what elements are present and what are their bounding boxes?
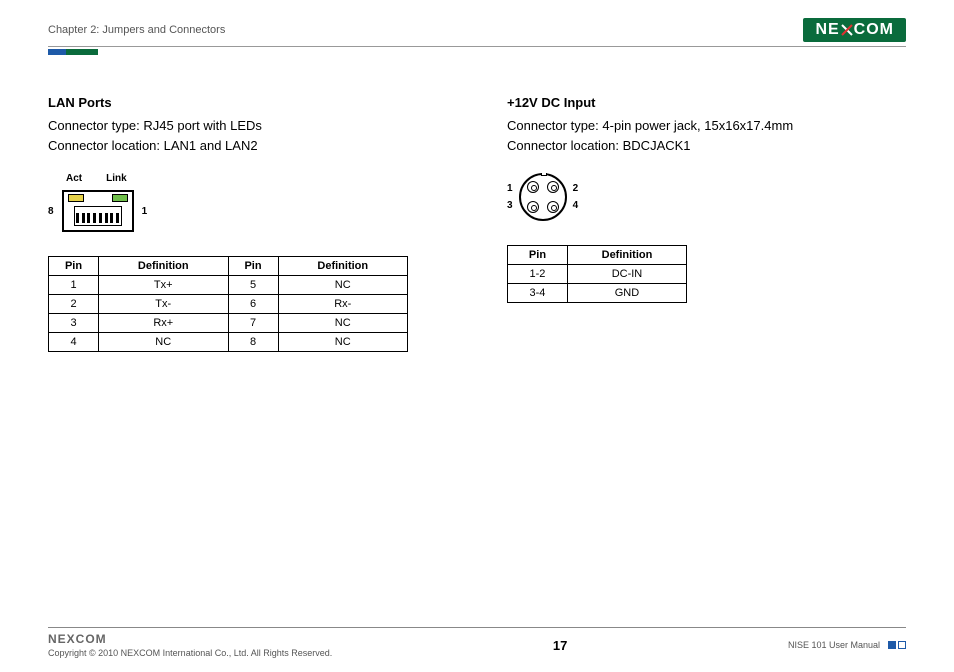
accent-bar bbox=[48, 49, 906, 55]
lan-pin-table: Pin Definition Pin Definition 1Tx+5NC 2T… bbox=[48, 256, 408, 352]
page-header: Chapter 2: Jumpers and Connectors NE COM bbox=[48, 18, 906, 47]
table-row: 1-2DC-IN bbox=[508, 265, 687, 284]
page-footer: NEXCOM Copyright © 2010 NEXCOM Internati… bbox=[48, 627, 906, 658]
lan-line1: Connector type: RJ45 port with LEDs bbox=[48, 116, 447, 136]
copyright-text: Copyright © 2010 NEXCOM International Co… bbox=[48, 648, 332, 658]
th-pin: Pin bbox=[508, 246, 568, 265]
dc-pin4-label: 4 bbox=[573, 200, 579, 211]
lan-pin8-label: 8 bbox=[48, 206, 54, 217]
dc-jack-diagram bbox=[519, 173, 567, 221]
th-pin: Pin bbox=[49, 257, 99, 276]
doc-title: NISE 101 User Manual bbox=[788, 640, 880, 650]
table-row: 4NC8NC bbox=[49, 333, 408, 352]
lan-link-label: Link bbox=[106, 173, 127, 184]
table-row: 3-4GND bbox=[508, 284, 687, 303]
chapter-title: Chapter 2: Jumpers and Connectors bbox=[48, 24, 225, 36]
dc-line1: Connector type: 4-pin power jack, 15x16x… bbox=[507, 116, 906, 136]
rj45-link-led bbox=[112, 194, 128, 202]
lan-line2: Connector location: LAN1 and LAN2 bbox=[48, 136, 447, 156]
dc-line2: Connector location: BDCJACK1 bbox=[507, 136, 906, 156]
lan-title: LAN Ports bbox=[48, 95, 447, 110]
dc-pin3-label: 3 bbox=[507, 200, 513, 211]
th-def: Definition bbox=[567, 246, 686, 265]
dc-pin2-label: 2 bbox=[573, 183, 579, 194]
th-def: Definition bbox=[278, 257, 408, 276]
page-number: 17 bbox=[553, 638, 567, 653]
rj45-diagram bbox=[62, 190, 134, 232]
table-row: 1Tx+5NC bbox=[49, 276, 408, 295]
th-def: Definition bbox=[99, 257, 229, 276]
brand-logo: NE COM bbox=[803, 18, 906, 42]
table-row: 2Tx-6Rx- bbox=[49, 295, 408, 314]
rj45-act-led bbox=[68, 194, 84, 202]
dc-pin1-label: 1 bbox=[507, 183, 513, 194]
footer-marks-icon bbox=[888, 641, 906, 649]
table-row: 3Rx+7NC bbox=[49, 314, 408, 333]
lan-ports-section: LAN Ports Connector type: RJ45 port with… bbox=[48, 95, 447, 352]
footer-logo: NEXCOM bbox=[48, 632, 332, 646]
lan-act-label: Act bbox=[66, 173, 82, 184]
dc-input-section: +12V DC Input Connector type: 4-pin powe… bbox=[507, 95, 906, 352]
th-pin: Pin bbox=[228, 257, 278, 276]
lan-pin1-label: 1 bbox=[142, 206, 148, 217]
dc-title: +12V DC Input bbox=[507, 95, 906, 110]
dc-pin-table: Pin Definition 1-2DC-IN 3-4GND bbox=[507, 245, 687, 303]
